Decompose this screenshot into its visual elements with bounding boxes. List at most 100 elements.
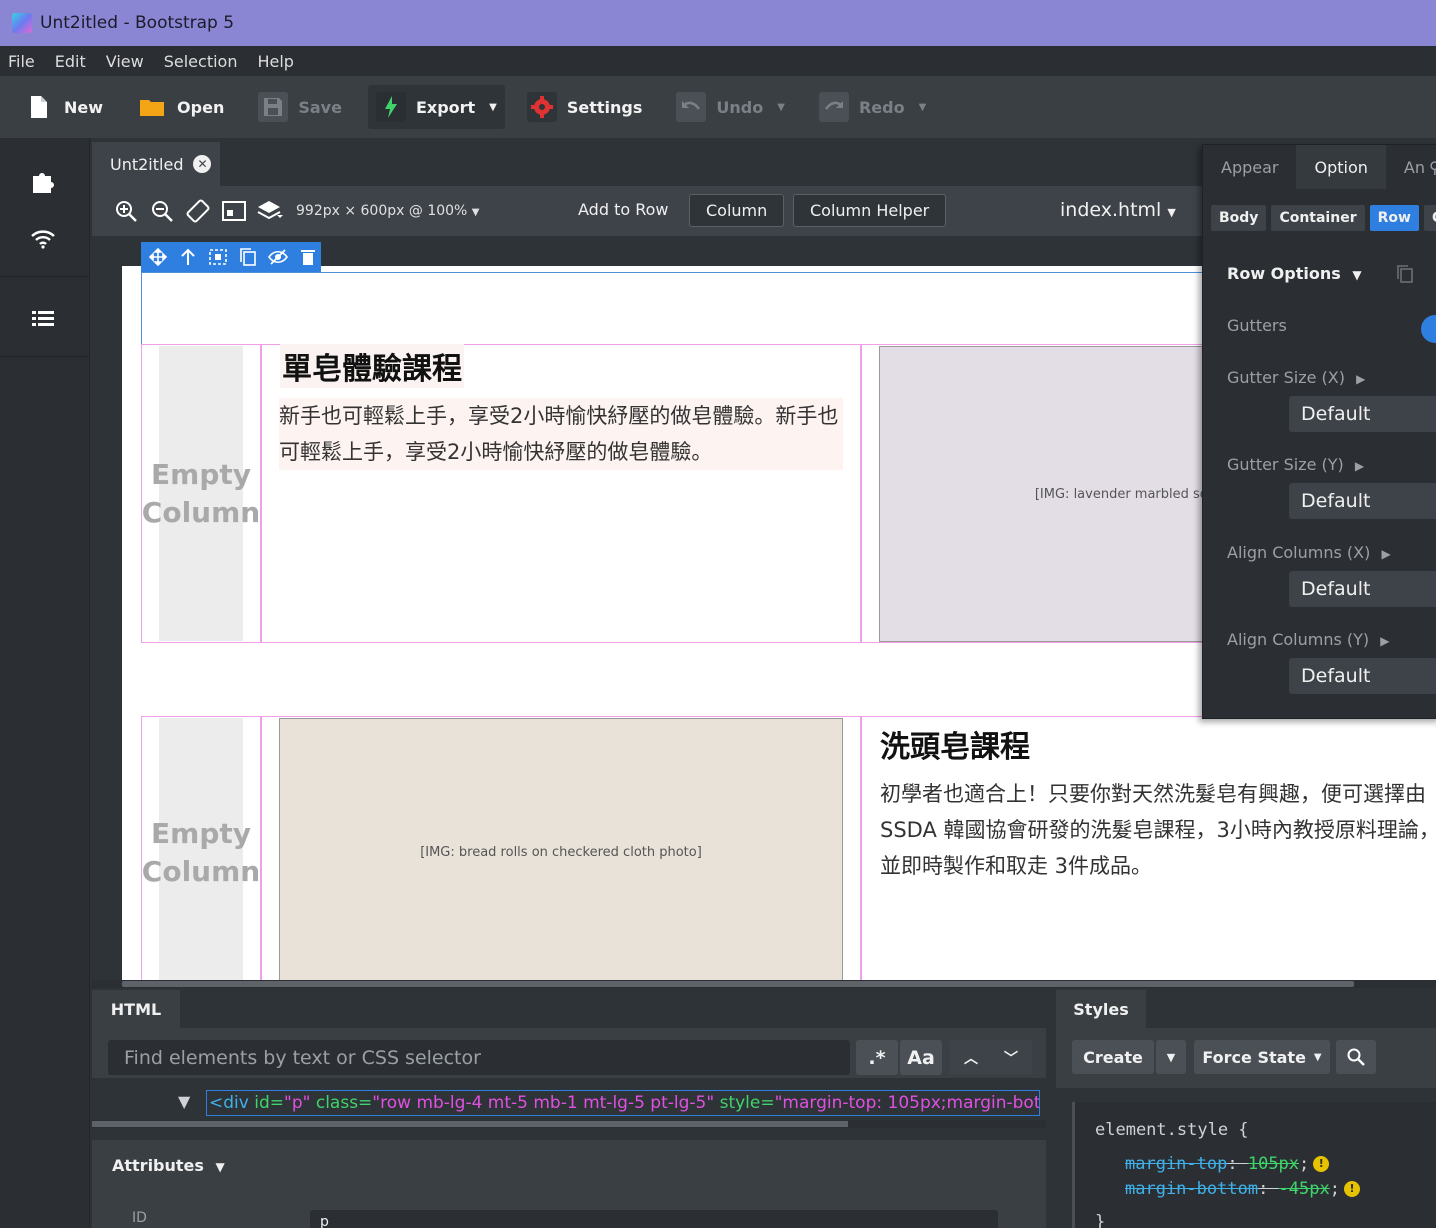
menu-view[interactable]: View [106,52,144,71]
create-dropdown[interactable]: ▼ [1156,1040,1186,1074]
gutter-size-y-select[interactable]: Default [1289,483,1436,519]
breadcrumb-row[interactable]: Row [1369,205,1419,231]
copy-icon[interactable] [1397,265,1413,287]
folder-icon [137,92,167,122]
zoom-out-icon[interactable] [148,197,176,225]
tab-appearance[interactable]: Appear [1203,145,1296,189]
style-declaration[interactable]: margin-bottom: -45px;! [1125,1179,1360,1199]
tab-html[interactable]: HTML [92,990,180,1028]
force-state-dropdown[interactable]: Force State ▼ [1194,1040,1330,1074]
open-button[interactable]: Open [129,85,236,129]
components-puzzle-icon[interactable] [26,164,60,198]
element-search-input[interactable]: Find elements by text or CSS selector [108,1040,850,1075]
section2-body[interactable]: 初學者也適合上！只要你對天然洗髮皂有興趣，便可選擇由 SSDA 韓國協會研發的洗… [880,776,1436,884]
gutter-size-x-select[interactable]: Default [1289,396,1436,432]
attributes-header[interactable]: Attributes ▼ [112,1156,225,1175]
add-to-row-label: Add to Row [578,200,669,219]
align-columns-x-select[interactable]: Default [1289,571,1436,607]
search-icon [1347,1048,1365,1066]
node-attr-value: "row mb-lg-4 mt-5 mb-1 mt-lg-5 pt-lg-5" [372,1093,715,1113]
add-column-button[interactable]: Column [689,194,785,227]
select-parent-icon[interactable] [175,244,201,270]
breadcrumb: Body Container Row Co [1211,205,1436,231]
section1-body[interactable]: 新手也可輕鬆上手，享受2小時愉快紓壓的做皂體驗。新手也可輕鬆上手，享受2小時愉快… [279,398,843,470]
tab-animation[interactable]: An⚲ [1386,145,1436,189]
rotate-device-icon[interactable] [184,197,212,225]
sidebar-divider [0,356,89,357]
align-columns-y-label: Align Columns (Y) ▶ [1227,630,1390,649]
style-close-brace: } [1095,1212,1106,1228]
warning-icon: ! [1343,1181,1360,1197]
tab-untitled[interactable]: Unt2itled ✕ [92,142,220,186]
breadcrumb-container[interactable]: Container [1271,205,1365,231]
attributes-section: Attributes ▼ ID p [92,1140,1046,1228]
breadcrumb-column[interactable]: Co [1423,205,1436,231]
layers-icon[interactable] [256,197,284,225]
force-state-label: Force State [1202,1047,1306,1067]
html-horizontal-scrollbar[interactable] [92,1120,1046,1128]
menu-file[interactable]: File [8,52,35,71]
gutter-size-y-label: Gutter Size (Y) ▶ [1227,455,1364,474]
canvas-horizontal-scrollbar[interactable] [92,980,1436,988]
chevron-down-icon: ▼ [1313,1051,1322,1063]
options-panel: Appear Option An⚲ Body Container Row Co … [1202,144,1436,719]
canvas-size-label: 992px × 600px @ 100% [296,203,468,219]
align-columns-y-select[interactable]: Default [1289,658,1436,694]
new-button[interactable]: New [16,85,115,129]
zoom-in-icon[interactable] [112,197,140,225]
menu-bar: File Edit View Selection Help [0,46,1436,76]
chevron-down-icon: ▼ [1167,206,1176,219]
undo-button[interactable]: Undo ▼ [668,85,797,129]
create-button[interactable]: Create [1072,1040,1154,1074]
menu-edit[interactable]: Edit [55,52,86,71]
dom-node-row[interactable]: <div id= "p" class= "row mb-lg-4 mt-5 mb-1… [206,1090,1040,1116]
file-dropdown[interactable]: index.html ▼ [1060,199,1176,221]
field-label: Align Columns (X) [1227,543,1371,562]
duplicate-icon[interactable] [235,244,261,270]
menu-selection[interactable]: Selection [164,52,238,71]
select-children-icon[interactable] [205,244,231,270]
canvas-size-dropdown[interactable]: 992px × 600px @ 100% ▼ [296,203,480,219]
chevron-down-icon: ▼ [489,101,497,113]
list-icon[interactable] [26,302,60,336]
scrollbar-thumb[interactable] [122,981,1354,987]
regex-toggle-button[interactable]: .* [856,1040,898,1075]
section1-title[interactable]: 單皂體驗課程 [280,344,464,388]
hide-eye-icon[interactable] [265,244,291,270]
breadcrumb-body[interactable]: Body [1211,205,1267,231]
id-field[interactable]: p [310,1210,998,1228]
style-rule-editor[interactable]: element.style { margin-top: 105px;! marg… [1072,1102,1436,1228]
next-match-button[interactable]: ﹀ [990,1040,1032,1075]
settings-button-label: Settings [566,97,643,117]
scrollbar-thumb[interactable] [92,1121,848,1127]
previous-match-button[interactable]: ︿ [950,1040,992,1075]
row-options-header[interactable]: Row Options ▼ [1227,264,1362,283]
tab-options[interactable]: Option [1296,145,1386,189]
redo-button-label: Redo [858,97,905,117]
warning-icon: ! [1313,1156,1330,1172]
empty-column[interactable]: Empty Column [142,346,260,641]
tab-styles[interactable]: Styles [1056,990,1146,1028]
image-frame-icon[interactable] [220,197,248,225]
gutters-toggle[interactable] [1421,315,1436,343]
wifi-icon[interactable] [26,222,60,256]
section2-title[interactable]: 洗頭皂課程 [880,722,1030,766]
settings-button[interactable]: Settings [519,85,655,129]
trash-icon[interactable] [295,244,321,270]
redo-icon [818,92,849,122]
close-icon[interactable]: ✕ [193,155,212,173]
style-search-button[interactable] [1336,1040,1376,1074]
menu-help[interactable]: Help [257,52,293,71]
expand-caret-icon[interactable]: ▼ [178,1092,190,1111]
redo-button[interactable]: Redo ▼ [811,85,938,129]
empty-column[interactable]: Empty Column [142,718,260,980]
save-button[interactable]: Save [250,85,354,129]
move-icon[interactable] [145,244,171,270]
style-declaration[interactable]: margin-top: 105px;! [1125,1154,1330,1174]
export-button[interactable]: Export ▼ [367,85,505,129]
match-case-button[interactable]: Aa [900,1040,942,1075]
bread-image[interactable]: [IMG: bread rolls on checkered cloth pho… [279,718,843,980]
column-helper-button[interactable]: Column Helper [793,194,947,227]
tab-label: Unt2itled [110,154,184,174]
node-attr: id= [254,1093,284,1113]
